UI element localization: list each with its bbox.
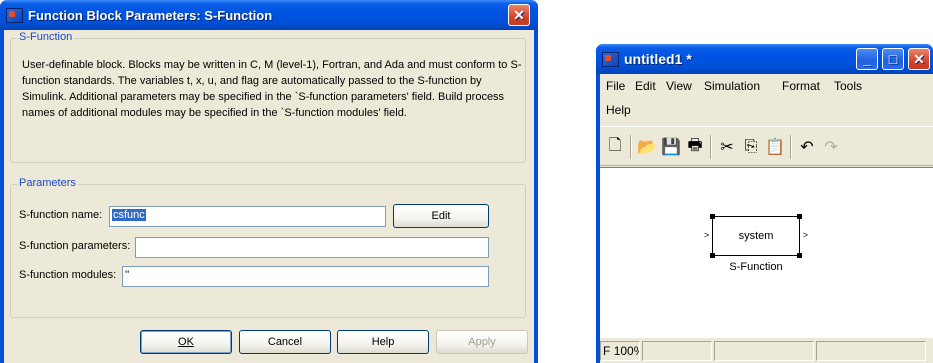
copy-icon[interactable]: ⎘ (740, 136, 762, 158)
open-folder-icon[interactable]: 📂 (636, 136, 658, 158)
help-button-label: Help (371, 336, 395, 348)
input-port-icon[interactable]: > (704, 230, 709, 240)
redo-icon[interactable]: ↷ (820, 136, 842, 158)
cancel-button-label: Cancel (267, 336, 303, 348)
toolbar-separator (630, 135, 632, 159)
status-cell-left: F 100% (600, 341, 640, 361)
menu-simulation[interactable]: Simulation (704, 79, 760, 93)
cut-icon[interactable]: ✂ (716, 136, 738, 158)
status-left-text: F (603, 344, 611, 358)
menu-bar: File Edit View Simulation Format Tools H… (600, 74, 933, 122)
menu-file[interactable]: File (606, 79, 625, 93)
edit-button-label: Edit (431, 210, 451, 222)
ok-button[interactable]: OK (140, 330, 232, 354)
menu-view[interactable]: View (666, 79, 692, 93)
save-icon[interactable]: 💾 (660, 136, 682, 158)
print-icon[interactable]: 🖶 (684, 136, 706, 158)
toolbar-separator (790, 135, 792, 159)
selection-handle[interactable] (797, 253, 802, 258)
parameters-group: Parameters S-function name: csfunc Edit … (10, 177, 526, 318)
model-title: untitled1 * (624, 51, 692, 67)
sfunction-block-caption[interactable]: S-Function (712, 261, 800, 273)
dialog-titlebar[interactable]: Function Block Parameters: S-Function ✕ (0, 0, 538, 30)
menu-edit[interactable]: Edit (635, 79, 656, 93)
apply-button-label: Apply (468, 336, 496, 348)
block-description: User-definable block. Blocks may be writ… (22, 59, 522, 119)
cancel-button[interactable]: Cancel (239, 330, 331, 354)
selection-handle[interactable] (710, 214, 715, 219)
close-icon[interactable]: ✕ (508, 4, 530, 26)
model-toolbar: 🗋 📂 💾 🖶 ✂ ⎘ 📋 ↶ ↷ (600, 126, 933, 166)
dialog-body: S-Function User-definable block. Blocks … (4, 30, 534, 363)
simulink-model-icon (602, 51, 619, 67)
new-file-icon[interactable]: 🗋 (604, 136, 626, 158)
selection-handle[interactable] (797, 214, 802, 219)
status-bar: F 100% (600, 337, 933, 363)
paste-icon[interactable]: 📋 (764, 136, 786, 158)
dialog-title: Function Block Parameters: S-Function (28, 7, 273, 23)
status-cell (816, 341, 926, 361)
sfunction-modules-label: S-function modules: (19, 269, 117, 281)
help-button[interactable]: Help (337, 330, 429, 354)
sfunction-block-text: system (738, 230, 774, 242)
minimize-icon[interactable]: _ (856, 48, 878, 70)
simulink-model-window: untitled1 * _ □ ✕ File Edit View Simulat… (596, 44, 933, 363)
sfunction-group-label: S-Function (17, 31, 75, 43)
sfunction-name-label: S-function name: (19, 209, 103, 221)
sfunction-parameters-label: S-function parameters: (19, 240, 131, 252)
sfunction-parameters-input[interactable] (135, 237, 489, 258)
sfunction-block[interactable]: system > > (704, 214, 808, 258)
menu-tools[interactable]: Tools (834, 79, 862, 93)
model-canvas[interactable]: system > > S-Function (600, 167, 933, 337)
ok-button-label: OK (178, 336, 194, 348)
selection-handle[interactable] (710, 253, 715, 258)
status-cell (714, 341, 814, 361)
model-titlebar[interactable]: untitled1 * _ □ ✕ (596, 44, 933, 74)
output-port-icon[interactable]: > (803, 230, 808, 240)
sfunction-modules-input[interactable]: '' (122, 266, 489, 287)
undo-icon[interactable]: ↶ (796, 136, 818, 158)
block-parameters-dialog: Function Block Parameters: S-Function ✕ … (0, 0, 538, 363)
menu-help[interactable]: Help (606, 103, 631, 117)
edit-button[interactable]: Edit (393, 204, 489, 228)
menu-format[interactable]: Format (782, 79, 820, 93)
sfunction-name-input[interactable]: csfunc (109, 206, 386, 227)
parameters-group-label: Parameters (17, 177, 78, 189)
sfunction-group: S-Function User-definable block. Blocks … (10, 31, 526, 163)
apply-button[interactable]: Apply (436, 330, 528, 354)
model-close-icon[interactable]: ✕ (908, 48, 930, 70)
sfunction-name-value: csfunc (112, 209, 146, 221)
maximize-icon[interactable]: □ (882, 48, 904, 70)
simulink-app-icon (6, 7, 23, 23)
toolbar-separator (710, 135, 712, 159)
status-cell (642, 341, 712, 361)
model-body: File Edit View Simulation Format Tools H… (600, 74, 933, 363)
zoom-level: 100% (613, 344, 639, 358)
